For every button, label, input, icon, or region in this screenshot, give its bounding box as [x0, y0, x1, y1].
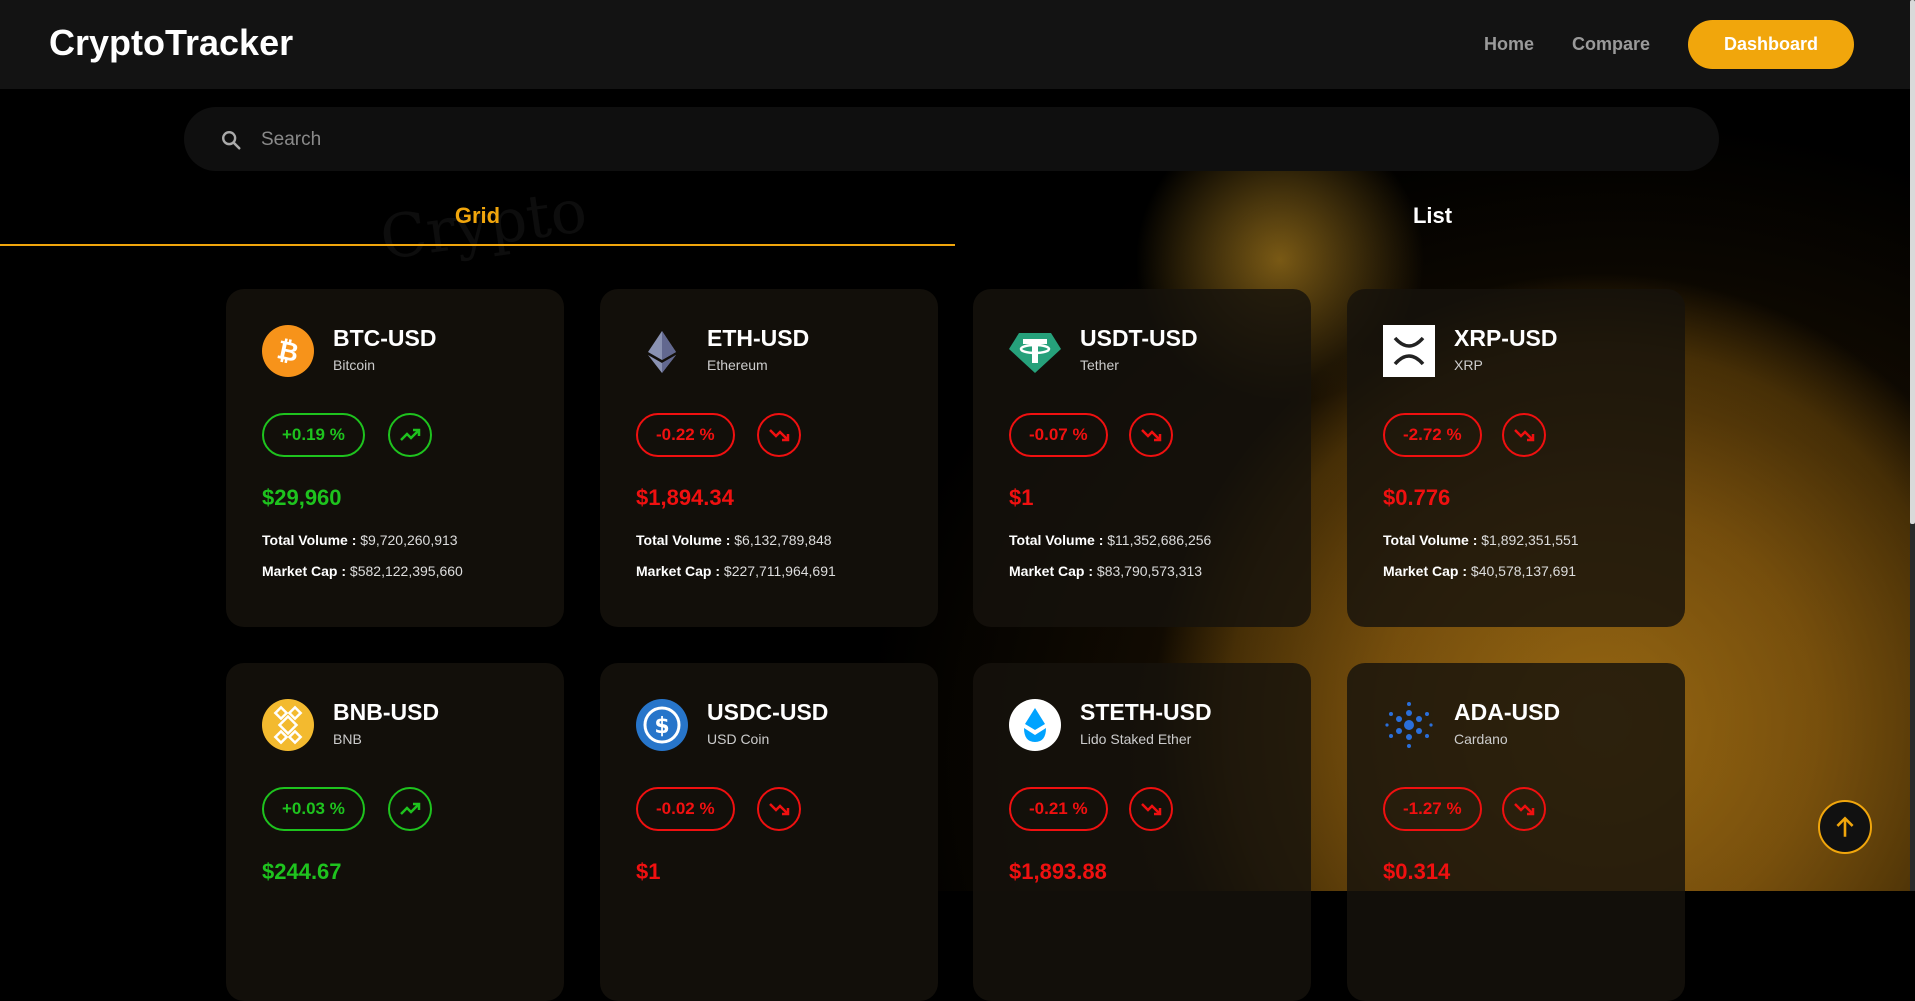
total-volume-label: Total Volume : — [1009, 532, 1104, 548]
dashboard-button[interactable]: Dashboard — [1688, 20, 1854, 69]
market-cap-label: Market Cap : — [636, 563, 721, 579]
market-cap-label: Market Cap : — [262, 563, 347, 579]
coin-price: $1 — [1009, 485, 1034, 510]
coin-card-btc[interactable]: ₿ BTC-USD Bitcoin +0.19 % $29,960 Total … — [226, 289, 564, 627]
top-navbar: CryptoTracker Home Compare Dashboard — [0, 0, 1910, 89]
search-input[interactable] — [259, 125, 1663, 155]
market-cap: Market Cap : $227,711,964,691 — [636, 563, 836, 579]
total-volume: Total Volume : $1,892,351,551 — [1383, 532, 1579, 548]
coin-price: $29,960 — [262, 485, 342, 510]
steth-icon — [1009, 699, 1061, 751]
total-volume-value: $9,720,260,913 — [360, 532, 458, 548]
nav-compare-link[interactable]: Compare — [1572, 34, 1650, 55]
total-volume: Total Volume : $6,132,789,848 — [636, 532, 832, 548]
tab-list[interactable]: List — [955, 190, 1910, 244]
market-cap-value: $40,578,137,691 — [1470, 563, 1577, 579]
scroll-to-top-button[interactable] — [1818, 800, 1872, 854]
trending-down-icon — [1129, 413, 1173, 457]
market-cap-value: $83,790,573,313 — [1096, 563, 1203, 579]
coin-symbol: USDC-USD — [707, 699, 829, 725]
trending-down-icon — [757, 787, 801, 831]
search-icon — [222, 131, 241, 150]
price-change-badge: -1.27 % — [1383, 787, 1482, 831]
coin-card-bnb[interactable]: BNB-USD BNB +0.03 % $244.67 — [226, 663, 564, 1001]
coin-name: Ethereum — [707, 357, 768, 373]
coin-price: $1,893.88 — [1009, 859, 1107, 884]
scrollbar-thumb[interactable] — [1910, 0, 1915, 524]
coin-card-usdt[interactable]: USDT-USD Tether -0.07 % $1 Total Volume … — [973, 289, 1311, 627]
market-cap-value: $582,122,395,660 — [349, 563, 463, 579]
coin-price: $1 — [636, 859, 661, 884]
coin-name: Cardano — [1454, 731, 1508, 747]
coin-symbol: ADA-USD — [1454, 699, 1561, 725]
coin-symbol: BNB-USD — [333, 699, 440, 725]
total-volume-value: $6,132,789,848 — [734, 532, 832, 548]
coin-name: BNB — [333, 731, 362, 747]
trending-down-icon — [1129, 787, 1173, 831]
coin-symbol: BTC-USD — [333, 325, 437, 351]
total-volume-value: $11,352,686,256 — [1107, 532, 1212, 548]
bitcoin-icon: ₿ — [262, 325, 314, 377]
total-volume-label: Total Volume : — [1383, 532, 1478, 548]
coin-symbol: STETH-USD — [1080, 699, 1212, 725]
market-cap: Market Cap : $83,790,573,313 — [1009, 563, 1202, 579]
price-change-badge: +0.19 % — [262, 413, 365, 457]
total-volume: Total Volume : $11,352,686,256 — [1009, 532, 1211, 548]
price-change-badge: +0.03 % — [262, 787, 365, 831]
coin-name: USD Coin — [707, 731, 770, 747]
coin-price: $1,894.34 — [636, 485, 734, 510]
usdc-icon: $ — [636, 699, 688, 751]
price-change-badge: -2.72 % — [1383, 413, 1482, 457]
coin-name: Lido Staked Ether — [1080, 731, 1192, 747]
tab-grid[interactable]: Grid — [0, 190, 955, 246]
trending-down-icon — [1502, 413, 1546, 457]
svg-text:$: $ — [654, 714, 669, 739]
coin-name: Tether — [1080, 357, 1119, 373]
app-logo[interactable]: CryptoTracker — [49, 22, 293, 64]
coin-symbol: USDT-USD — [1080, 325, 1198, 351]
ethereum-icon — [636, 325, 688, 377]
coin-name: Bitcoin — [333, 357, 376, 373]
price-change-badge: -0.02 % — [636, 787, 735, 831]
total-volume-label: Total Volume : — [262, 532, 357, 548]
total-volume-label: Total Volume : — [636, 532, 731, 548]
search-bar — [184, 107, 1719, 171]
market-cap-value: $227,711,964,691 — [723, 563, 836, 579]
price-change-badge: -0.22 % — [636, 413, 735, 457]
price-change-badge: -0.21 % — [1009, 787, 1108, 831]
xrp-icon — [1383, 325, 1435, 377]
coin-card-eth[interactable]: ETH-USD Ethereum -0.22 % $1,894.34 Total… — [600, 289, 938, 627]
view-tabs: Grid List — [0, 190, 1910, 246]
coin-card-ada[interactable]: ADA-USD Cardano -1.27 % $0.314 — [1347, 663, 1685, 1001]
coin-symbol: XRP-USD — [1454, 325, 1558, 351]
total-volume: Total Volume : $9,720,260,913 — [262, 532, 458, 548]
page-scrollbar[interactable] — [1910, 0, 1915, 891]
coin-card-steth[interactable]: STETH-USD Lido Staked Ether -0.21 % $1,8… — [973, 663, 1311, 1001]
market-cap-label: Market Cap : — [1009, 563, 1094, 579]
nav-home-link[interactable]: Home — [1484, 34, 1534, 55]
coin-name: XRP — [1454, 357, 1483, 373]
trending-down-icon — [757, 413, 801, 457]
total-volume-value: $1,892,351,551 — [1481, 532, 1579, 548]
trending-up-icon — [388, 413, 432, 457]
coin-price: $0.776 — [1383, 485, 1451, 510]
cardano-icon — [1383, 699, 1435, 751]
coin-price: $244.67 — [262, 859, 342, 884]
coin-card-usdc[interactable]: $ USDC-USD USD Coin -0.02 % $1 — [600, 663, 938, 1001]
tether-icon — [1009, 325, 1061, 377]
coin-symbol: ETH-USD — [707, 325, 810, 351]
price-change-badge: -0.07 % — [1009, 413, 1108, 457]
market-cap: Market Cap : $582,122,395,660 — [262, 563, 463, 579]
bnb-icon — [262, 699, 314, 751]
trending-up-icon — [388, 787, 432, 831]
coin-card-xrp[interactable]: XRP-USD XRP -2.72 % $0.776 Total Volume … — [1347, 289, 1685, 627]
trending-down-icon — [1502, 787, 1546, 831]
market-cap: Market Cap : $40,578,137,691 — [1383, 563, 1576, 579]
arrow-up-icon — [1836, 816, 1854, 837]
coin-price: $0.314 — [1383, 859, 1451, 884]
market-cap-label: Market Cap : — [1383, 563, 1468, 579]
